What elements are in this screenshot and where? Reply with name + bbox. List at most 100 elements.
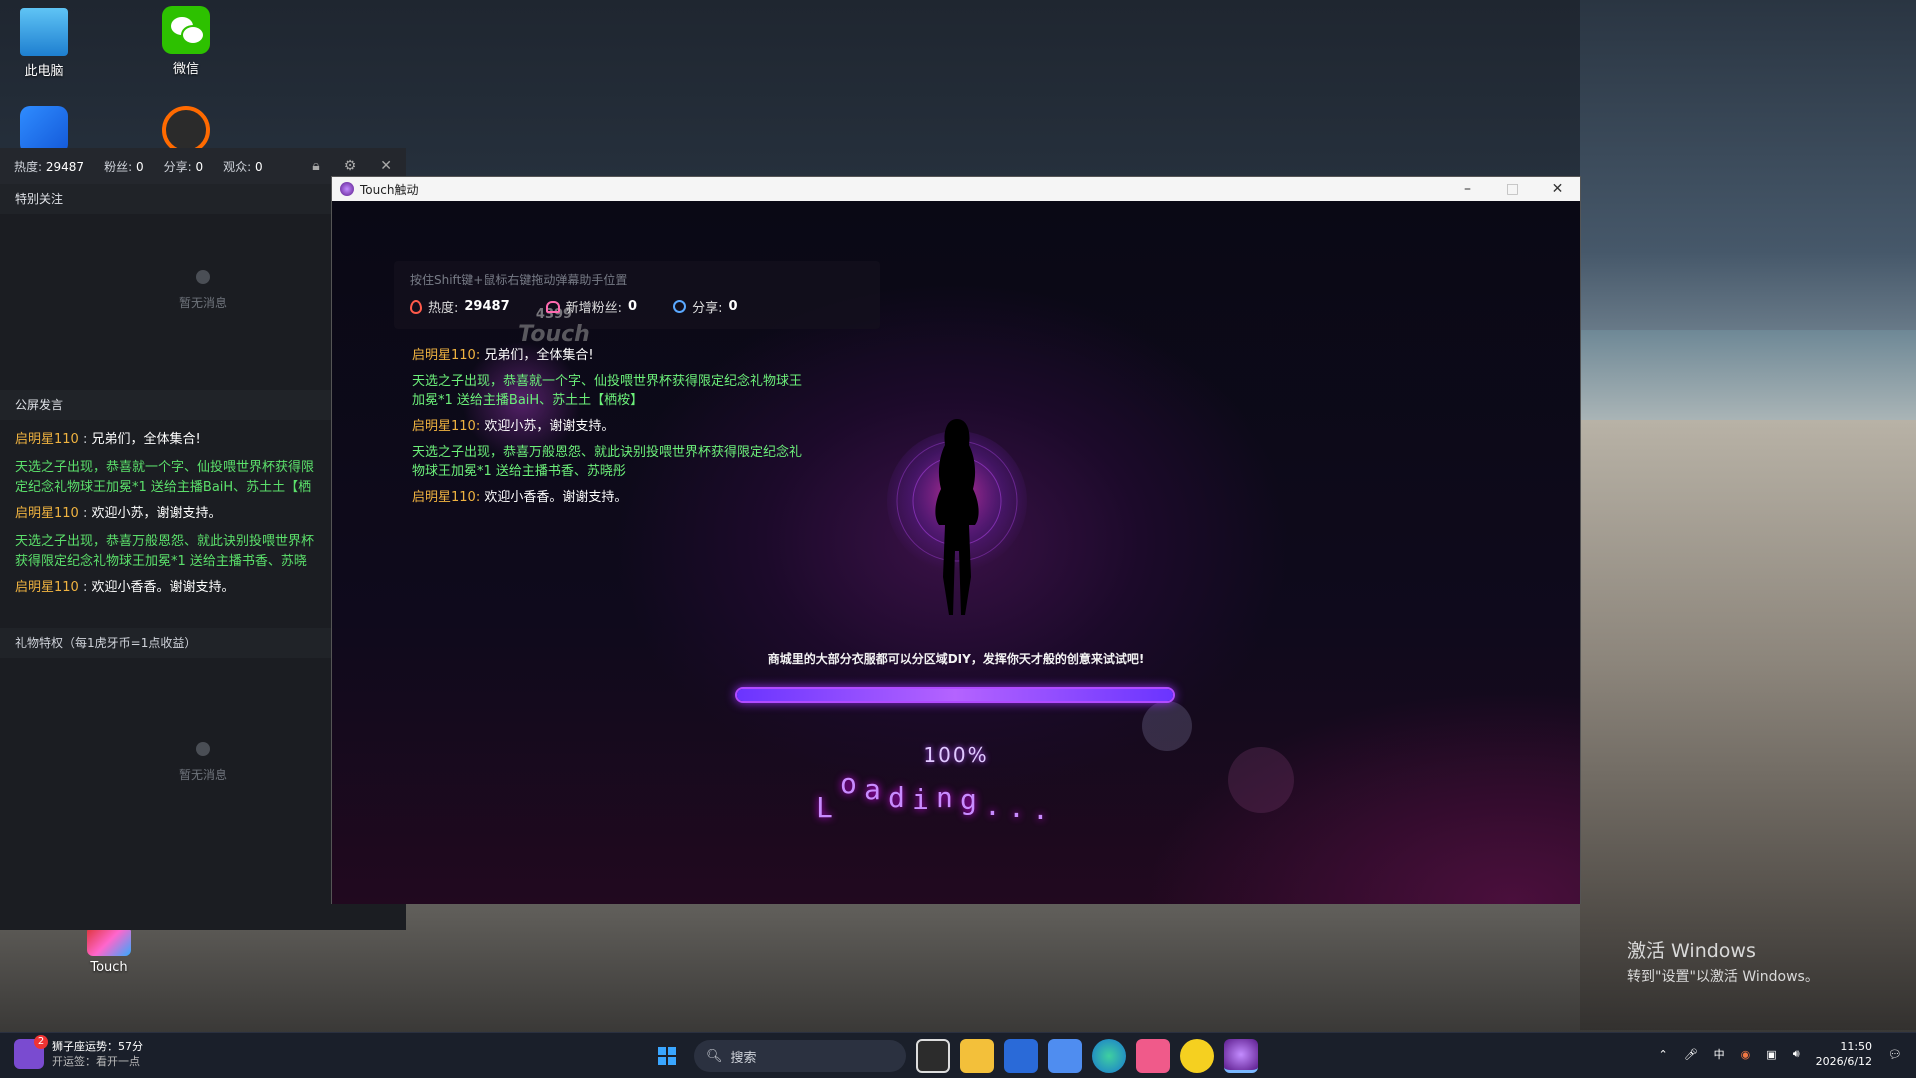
loading-letter: i bbox=[912, 783, 929, 816]
chat-message: 启明星110: 兄弟们，全体集合! bbox=[412, 346, 812, 365]
loading-stage: 4399 Touch 按住Shift键+鼠标右键拖动弹幕助手位置 热度: 29487… bbox=[332, 201, 1580, 904]
minimize-button[interactable]: – bbox=[1445, 181, 1490, 197]
chat-text: 兄弟们，全体集合! bbox=[91, 432, 201, 447]
share-icon bbox=[673, 300, 687, 313]
clock[interactable]: 11:50 2026/6/12 bbox=[1816, 1039, 1872, 1069]
new-fans-stat: 新增粉丝: 0 bbox=[545, 297, 638, 316]
loading-letter: g bbox=[960, 783, 977, 816]
fire-icon bbox=[410, 299, 422, 314]
microphone-icon[interactable]: 🎤︎ bbox=[1684, 1048, 1698, 1061]
chat-message: 启明星110: 欢迎小香香。谢谢支持。 bbox=[412, 488, 812, 507]
wechat-icon bbox=[162, 6, 210, 54]
loading-letter: . bbox=[1032, 793, 1049, 826]
start-button[interactable] bbox=[650, 1039, 684, 1073]
taskbar-center: 🔍︎ 搜索 bbox=[650, 1039, 1258, 1073]
notification-badge: 2 bbox=[34, 1035, 48, 1049]
window-controls: – □ ✕ bbox=[1445, 181, 1580, 197]
chevron-up-icon[interactable]: ⌃ bbox=[1658, 1048, 1667, 1061]
horoscope-widget[interactable]: 2 狮子座运势：57分 开运签：看开一点 bbox=[14, 1035, 143, 1069]
fans-value: 0 bbox=[135, 159, 144, 174]
share-value: 0 bbox=[195, 159, 204, 174]
info-stats: 热度: 29487 新增粉丝: 0 分享: 0 bbox=[410, 297, 738, 316]
system-message: 天选之子出现，恭喜万般恩怨、就此诀别投喂世界杯获得限定纪念礼物球王加冕*1 送给… bbox=[15, 534, 315, 569]
loading-letter: L bbox=[816, 791, 833, 824]
system-message: 天选之子出现，恭喜就一个字、仙投喂世界杯获得限定纪念礼物球王加冕*1 送给主播B… bbox=[15, 460, 315, 495]
chat-text: 欢迎小苏，谢谢支持。 bbox=[484, 419, 615, 434]
panel-tools: 🔒︎ ⚙ ✕ bbox=[312, 158, 392, 174]
speaker-icon[interactable]: 🔊︎ bbox=[1793, 1047, 1800, 1061]
loading-letter: d bbox=[888, 781, 905, 814]
loading-letter: n bbox=[936, 781, 953, 814]
loading-letter: o bbox=[840, 767, 857, 800]
bilibili-icon[interactable] bbox=[1136, 1039, 1170, 1073]
close-icon[interactable]: ✕ bbox=[380, 158, 392, 174]
chat-message: 启明星110: 欢迎小苏，谢谢支持。 bbox=[412, 417, 812, 436]
fans-label: 粉丝: bbox=[104, 159, 133, 174]
desktop-icon-wechat[interactable]: 微信 bbox=[146, 6, 226, 77]
taskbar-search[interactable]: 🔍︎ 搜索 bbox=[694, 1040, 906, 1072]
widget-avatar-icon: 2 bbox=[14, 1035, 48, 1069]
notification-center-icon[interactable]: 💬︎ bbox=[1888, 1048, 1902, 1061]
antivirus-icon[interactable]: ◉ bbox=[1741, 1048, 1751, 1061]
heat-label: 热度: bbox=[428, 301, 459, 316]
input-method-icon[interactable]: 中 bbox=[1714, 1046, 1725, 1062]
loading-letter: . bbox=[1008, 791, 1025, 824]
gear-icon[interactable]: ⚙ bbox=[344, 158, 357, 174]
desktop-icon-label: 此电脑 bbox=[24, 64, 64, 79]
chat-nick: 启明星110 bbox=[15, 506, 79, 521]
heat-label: 热度: bbox=[14, 159, 43, 174]
file-explorer-icon[interactable] bbox=[960, 1039, 994, 1073]
heart-icon bbox=[545, 300, 560, 313]
network-icon[interactable]: ▣ bbox=[1766, 1048, 1776, 1061]
touch-app-icon bbox=[87, 926, 131, 956]
desktop-icon-label: 微信 bbox=[172, 62, 199, 77]
chat-text: 欢迎小香香。谢谢支持。 bbox=[484, 490, 628, 505]
clock-date: 2026/6/12 bbox=[1815, 1055, 1873, 1068]
watermark-subtitle: 转到"设置"以激活 Windows。 bbox=[1627, 969, 1819, 985]
lock-icon[interactable]: 🔒︎ bbox=[312, 158, 319, 174]
activation-watermark: 激活 Windows 转到"设置"以激活 Windows。 bbox=[1627, 936, 1819, 986]
chat-nick: 启明星110 bbox=[15, 580, 79, 595]
system-message: 天选之子出现，恭喜就一个字、仙投喂世界杯获得限定纪念礼物球王加冕*1 送给主播B… bbox=[412, 374, 803, 408]
empty-icon bbox=[196, 742, 210, 756]
heat-value: 29487 bbox=[45, 159, 85, 174]
system-message: 天选之子出现，恭喜万般恩怨、就此诀别投喂世界杯获得限定纪念礼物球王加冕*1 送给… bbox=[412, 445, 803, 479]
desktop-icon-touch[interactable]: Touch bbox=[69, 926, 149, 975]
viewers-stat: 观众: 0 bbox=[223, 158, 263, 175]
app-m-taskbar-icon[interactable] bbox=[1048, 1039, 1082, 1073]
search-icon: 🔍︎ bbox=[706, 1048, 723, 1064]
danmaku-info-box[interactable]: 4399 Touch 按住Shift键+鼠标右键拖动弹幕助手位置 热度: 29487… bbox=[394, 261, 880, 347]
loading-text: Loading... bbox=[816, 761, 1116, 826]
overlay-chat: 启明星110: 兄弟们，全体集合! 天选之子出现，恭喜就一个字、仙投喂世界杯获得… bbox=[412, 346, 812, 514]
touch-taskbar-icon[interactable] bbox=[1224, 1039, 1258, 1073]
taskbar: 2 狮子座运势：57分 开运签：看开一点 🔍︎ 搜索 ⌃ 🎤︎ 中 ◉ ▣ 🔊︎… bbox=[0, 1032, 1916, 1078]
edge-browser-icon[interactable] bbox=[1092, 1039, 1126, 1073]
desktop-icon-label: Touch bbox=[90, 960, 128, 975]
emoji-app-icon[interactable] bbox=[1180, 1039, 1214, 1073]
app-logo-icon bbox=[340, 182, 354, 196]
store-icon[interactable] bbox=[1004, 1039, 1038, 1073]
loading-progress-bar bbox=[735, 687, 1175, 703]
chat-nick: 启明星110 bbox=[15, 432, 79, 447]
window-title: Touch触动 bbox=[360, 182, 419, 197]
wallpaper-sea bbox=[1580, 330, 1916, 420]
share-value: 0 bbox=[728, 299, 738, 314]
chat-text: 欢迎小香香。谢谢支持。 bbox=[91, 580, 235, 595]
empty-icon bbox=[196, 270, 210, 284]
loading-letter: a bbox=[864, 773, 881, 806]
fans-value: 0 bbox=[628, 299, 638, 314]
touch-game-window: Touch触动 – □ ✕ 4399 Touch 按住Shift键+鼠标右键拖动弹… bbox=[331, 176, 1581, 904]
chat-text: 兄弟们，全体集合! bbox=[484, 348, 594, 363]
fans-label: 新增粉丝: bbox=[565, 301, 623, 316]
fans-stat: 粉丝: 0 bbox=[104, 158, 144, 175]
gift-privilege-title: 礼物特权（每1虎牙币=1点收益） bbox=[15, 636, 197, 650]
task-view-icon[interactable] bbox=[916, 1039, 950, 1073]
desktop-icon-this-pc[interactable]: 此电脑 bbox=[4, 8, 84, 79]
close-button[interactable]: ✕ bbox=[1535, 181, 1580, 197]
heat-value: 29487 bbox=[464, 299, 510, 314]
window-titlebar[interactable]: Touch触动 – □ ✕ bbox=[332, 177, 1580, 201]
maximize-button[interactable]: □ bbox=[1490, 181, 1535, 197]
chat-nick: 启明星110: bbox=[412, 490, 481, 505]
heat-stat: 热度: 29487 bbox=[410, 297, 510, 316]
share-stat: 分享: 0 bbox=[164, 158, 204, 175]
